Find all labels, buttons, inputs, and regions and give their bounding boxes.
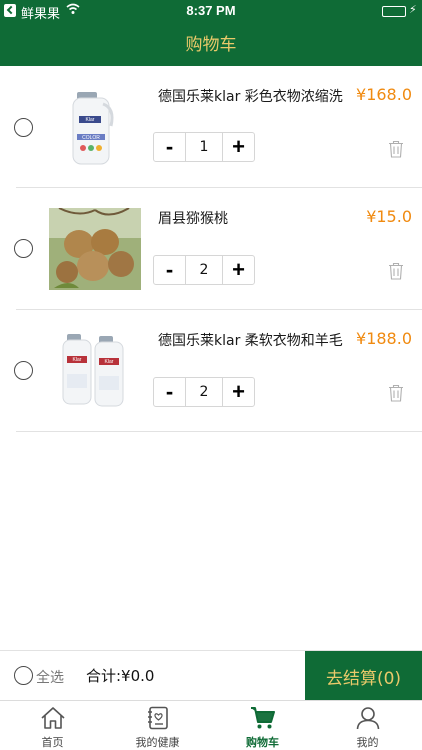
increase-button[interactable]: + bbox=[222, 378, 254, 406]
quantity-value[interactable]: 2 bbox=[186, 378, 222, 406]
status-bar: 鲜果果 8:37 PM ⚡ bbox=[0, 0, 422, 22]
tab-home[interactable]: 首页 bbox=[0, 701, 105, 750]
clock: 8:37 PM bbox=[186, 3, 236, 18]
charging-icon: ⚡ bbox=[409, 3, 417, 16]
item-select-radio[interactable] bbox=[14, 239, 33, 258]
select-all-radio[interactable] bbox=[14, 666, 33, 685]
trash-icon[interactable] bbox=[388, 140, 404, 158]
tab-label: 首页 bbox=[41, 736, 64, 749]
svg-text:COLOR: COLOR bbox=[82, 135, 100, 141]
trash-icon[interactable] bbox=[388, 262, 404, 280]
tab-label: 购物车 bbox=[246, 736, 279, 749]
cart-icon bbox=[251, 707, 275, 729]
increase-button[interactable]: + bbox=[222, 133, 254, 161]
checkout-button[interactable]: 去结算(0) bbox=[305, 651, 422, 701]
select-all-label[interactable]: 全选 bbox=[36, 667, 64, 687]
quantity-stepper: - 2 + bbox=[153, 255, 255, 285]
page-title: 购物车 bbox=[185, 35, 237, 55]
product-price: ¥188.0 bbox=[356, 329, 412, 348]
product-name[interactable]: 德国乐莱klar 彩色衣物浓缩洗 bbox=[158, 86, 348, 106]
divider bbox=[16, 431, 422, 432]
checkout-bar: 全选 合计:¥0.0 去结算(0) bbox=[0, 650, 422, 701]
product-name[interactable]: 德国乐莱klar 柔软衣物和羊毛 bbox=[158, 330, 348, 350]
quantity-value[interactable]: 2 bbox=[186, 256, 222, 284]
battery-icon bbox=[382, 6, 406, 17]
product-price: ¥15.0 bbox=[366, 207, 412, 226]
trash-icon[interactable] bbox=[388, 384, 404, 402]
health-book-icon bbox=[148, 706, 168, 730]
detergent-bottle-image: Klar COLOR bbox=[72, 92, 114, 165]
decrease-button[interactable]: - bbox=[154, 133, 186, 161]
two-detergent-bottles-image: Klar Klar bbox=[62, 334, 124, 407]
user-icon bbox=[356, 707, 380, 730]
cart-item: Klar COLOR 德国乐莱klar 彩色衣物浓缩洗 ¥168.0 - 1 + bbox=[0, 66, 422, 188]
decrease-button[interactable]: - bbox=[154, 378, 186, 406]
home-icon bbox=[41, 707, 65, 729]
svg-text:Klar: Klar bbox=[105, 359, 114, 365]
cart-item: Klar Klar 德国乐莱klar 柔软衣物和羊毛 ¥188.0 - 2 + bbox=[0, 310, 422, 432]
tab-profile[interactable]: 我的 bbox=[315, 701, 420, 750]
quantity-stepper: - 2 + bbox=[153, 377, 255, 407]
product-price: ¥168.0 bbox=[356, 85, 412, 104]
increase-button[interactable]: + bbox=[222, 256, 254, 284]
svg-text:Klar: Klar bbox=[86, 117, 95, 123]
kiwi-fruit-image bbox=[49, 208, 141, 290]
item-select-radio[interactable] bbox=[14, 361, 33, 380]
tab-health[interactable]: 我的健康 bbox=[105, 701, 210, 750]
app-header: 鲜果果 8:37 PM ⚡ 购物车 bbox=[0, 0, 422, 66]
item-select-radio[interactable] bbox=[14, 118, 33, 137]
cart-item: 眉县猕猴桃 ¥15.0 - 2 + bbox=[0, 188, 422, 310]
tab-label: 我的 bbox=[356, 736, 379, 749]
total-price: 合计:¥0.0 bbox=[86, 667, 155, 685]
product-name[interactable]: 眉县猕猴桃 bbox=[158, 208, 348, 228]
svg-text:Klar: Klar bbox=[73, 357, 82, 363]
quantity-stepper: - 1 + bbox=[153, 132, 255, 162]
decrease-button[interactable]: - bbox=[154, 256, 186, 284]
tab-bar: 首页 我的健康 购物车 我的 bbox=[0, 700, 422, 750]
quantity-value[interactable]: 1 bbox=[186, 133, 222, 161]
tab-cart[interactable]: 购物车 bbox=[210, 701, 315, 750]
tab-label: 我的健康 bbox=[135, 736, 180, 749]
